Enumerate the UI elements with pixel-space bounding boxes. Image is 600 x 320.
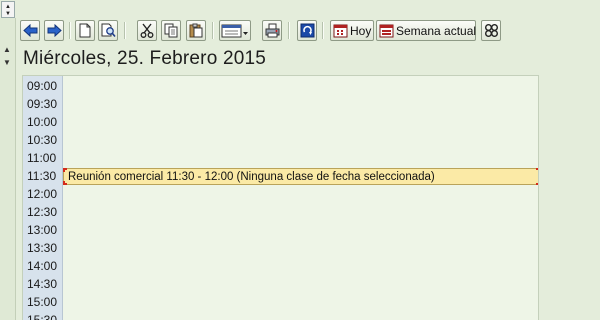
layout-menu-icon <box>221 24 249 38</box>
back-arrow-icon <box>22 24 38 37</box>
settings-button[interactable] <box>481 20 501 41</box>
copy-button[interactable] <box>161 20 181 41</box>
application-toolbar: Hoy Semana actual <box>20 20 600 42</box>
time-label: 15:30 <box>27 313 58 320</box>
toolbar-separator <box>288 22 290 39</box>
refresh-button[interactable] <box>297 20 317 41</box>
current-week-button[interactable]: Semana actual <box>376 20 476 41</box>
calendar-icon <box>333 24 348 38</box>
refresh-icon <box>300 23 315 38</box>
forward-button[interactable] <box>44 20 64 41</box>
collapse-stepper[interactable]: ▲ ▼ <box>1 1 15 18</box>
selection-handle[interactable] <box>63 168 67 172</box>
day-calendar[interactable]: 09:00 09:30 10:00 10:30 11:00 11:30 12:0… <box>22 75 539 320</box>
time-label: 11:30 <box>27 169 57 183</box>
find-button[interactable] <box>98 20 118 41</box>
new-document-icon <box>79 23 91 38</box>
appointment-block[interactable]: Reunión comercial 11:30 - 12:00 (Ninguna… <box>63 168 538 185</box>
selection-handle[interactable] <box>536 181 538 185</box>
back-button[interactable] <box>20 20 40 41</box>
find-document-icon <box>101 23 116 38</box>
toolbar-separator <box>124 22 126 39</box>
toolbar-separator <box>322 22 324 39</box>
navigation-strip: ▲ ▼ <box>0 18 16 320</box>
cut-button[interactable] <box>137 20 157 41</box>
paste-button[interactable] <box>186 20 206 41</box>
time-label: 12:30 <box>27 205 58 219</box>
time-label: 14:00 <box>27 259 58 273</box>
time-label: 09:00 <box>27 79 58 93</box>
today-button[interactable]: Hoy <box>330 20 374 41</box>
down-arrow-icon: ▼ <box>5 11 11 17</box>
time-label: 10:00 <box>27 115 58 129</box>
selection-handle[interactable] <box>536 168 538 172</box>
expand-up-icon[interactable]: ▲ <box>3 46 11 54</box>
time-label: 09:30 <box>27 97 58 111</box>
time-label: 11:00 <box>27 151 57 165</box>
print-icon <box>265 23 280 38</box>
layout-menu-button[interactable] <box>219 20 251 41</box>
time-label: 14:30 <box>27 277 58 291</box>
time-label: 13:30 <box>27 241 58 255</box>
time-label: 10:30 <box>27 133 58 147</box>
time-label: 12:00 <box>27 187 58 201</box>
settings-icon <box>484 23 499 38</box>
time-column: 09:00 09:30 10:00 10:30 11:00 11:30 12:0… <box>23 76 63 320</box>
toolbar-separator <box>212 22 214 39</box>
time-label: 13:00 <box>27 223 58 237</box>
new-button[interactable] <box>75 20 95 41</box>
time-label: 15:00 <box>27 295 58 309</box>
paste-icon <box>189 23 203 38</box>
forward-arrow-icon <box>47 24 62 37</box>
toolbar-separator <box>69 22 71 39</box>
cut-icon <box>140 23 154 38</box>
up-arrow-icon: ▲ <box>5 4 11 10</box>
current-week-label: Semana actual <box>396 23 477 38</box>
appointment-text: Reunión comercial 11:30 - 12:00 (Ninguna… <box>68 171 435 183</box>
print-button[interactable] <box>262 20 282 41</box>
expand-down-icon[interactable]: ▼ <box>3 59 11 67</box>
page-title: Miércoles, 25. Febrero 2015 <box>23 48 267 69</box>
copy-icon <box>164 23 178 38</box>
selection-handle[interactable] <box>63 181 67 185</box>
today-label: Hoy <box>350 23 372 38</box>
calendar-icon <box>379 24 394 38</box>
